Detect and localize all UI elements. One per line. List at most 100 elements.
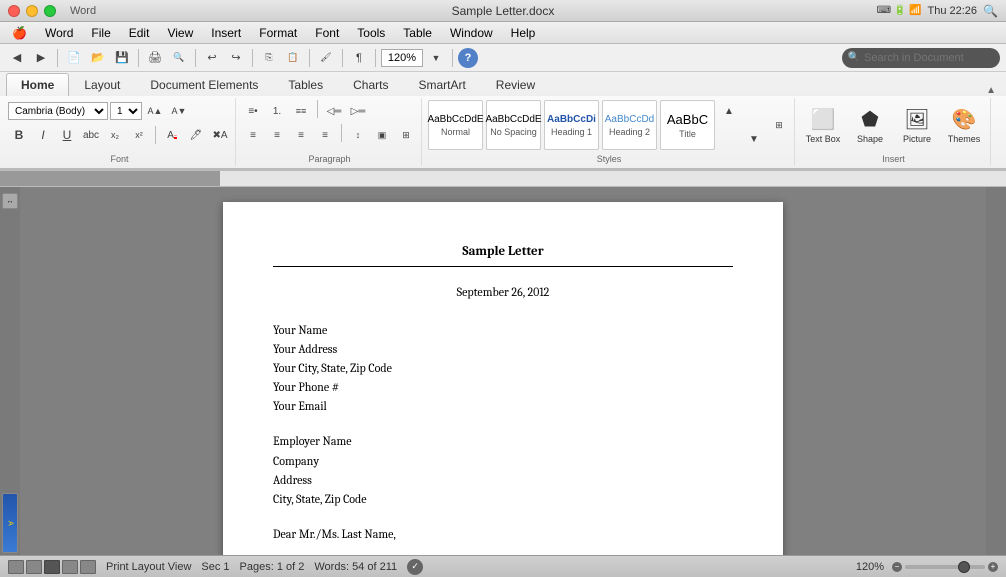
maximize-button[interactable]: [44, 5, 56, 17]
view-normal-btn[interactable]: [8, 560, 24, 574]
spell-check-icon[interactable]: ✓: [407, 559, 423, 575]
minimize-button[interactable]: [26, 5, 38, 17]
themes-button[interactable]: 🎨 Themes: [942, 100, 986, 150]
font-family-select[interactable]: Cambria (Body): [8, 102, 108, 120]
styles-items: AaBbCcDdE Normal AaBbCcDdE No Spacing Aa…: [428, 100, 790, 150]
menu-help[interactable]: Help: [503, 24, 544, 42]
menu-insert[interactable]: Insert: [203, 24, 249, 42]
zoom-dropdown-button[interactable]: ▼: [425, 47, 447, 69]
help-button[interactable]: ?: [458, 48, 478, 68]
search-document-box[interactable]: 🔍: [842, 48, 1000, 68]
zoom-percentage-box[interactable]: 120%: [381, 49, 423, 67]
ribbon-collapse-btn[interactable]: ▲: [986, 85, 1000, 96]
shading-button[interactable]: ▣: [371, 124, 393, 146]
search-input[interactable]: [864, 52, 994, 64]
search-menubar-icon[interactable]: 🔍: [983, 4, 998, 18]
quick-toolbar-row: ◀ ▶ 📄 📂 💾 🖨 🔍 ↩ ↪ ⎘ 📋 🖌 ¶ 120% ▼ ? 🔍: [0, 44, 1006, 72]
view-web-btn[interactable]: [62, 560, 78, 574]
forward-button[interactable]: ▶: [30, 47, 52, 69]
menu-font[interactable]: Font: [307, 24, 347, 42]
menu-file[interactable]: File: [83, 24, 118, 42]
menu-view[interactable]: View: [159, 24, 201, 42]
print-button[interactable]: 🖨: [144, 47, 166, 69]
new-button[interactable]: 📄: [63, 47, 85, 69]
close-button[interactable]: [8, 5, 20, 17]
tab-tables[interactable]: Tables: [273, 73, 338, 96]
styles-scroll-down[interactable]: ▼: [743, 128, 765, 150]
salutation: Dear Mr./Ms. Last Name,: [273, 525, 733, 543]
bold-button[interactable]: B: [8, 124, 30, 146]
style-heading1[interactable]: AaBbCcDi Heading 1: [544, 100, 599, 150]
view-print-btn[interactable]: [44, 560, 60, 574]
font-size-increase[interactable]: A▲: [144, 100, 166, 122]
superscript-button[interactable]: x²: [128, 124, 150, 146]
copy-button[interactable]: ⎘: [258, 47, 280, 69]
undo-button[interactable]: ↩: [201, 47, 223, 69]
tab-home[interactable]: Home: [6, 73, 69, 96]
clear-format-button[interactable]: ✖A: [209, 124, 231, 146]
justify-button[interactable]: ≡: [314, 124, 336, 146]
page-scroll[interactable]: Sample Letter September 26, 2012 Your Na…: [20, 187, 986, 555]
align-center-button[interactable]: ≡: [266, 124, 288, 146]
insert-group: ⬜ Text Box ⬟ Shape 🖼 Picture 🎨 Themes In…: [797, 98, 991, 166]
menu-window[interactable]: Window: [442, 24, 501, 42]
menu-format[interactable]: Format: [251, 24, 305, 42]
highlight-button[interactable]: 🖊: [185, 124, 207, 146]
zoom-in-button[interactable]: +: [988, 562, 998, 572]
borders-button[interactable]: ⊞: [395, 124, 417, 146]
align-left-button[interactable]: ≡: [242, 124, 264, 146]
styles-more[interactable]: ⊞: [768, 114, 790, 136]
style-normal[interactable]: AaBbCcDdE Normal: [428, 100, 483, 150]
subscript-button[interactable]: x₂: [104, 124, 126, 146]
line-spacing-button[interactable]: ↕: [347, 124, 369, 146]
menu-edit[interactable]: Edit: [121, 24, 158, 42]
paragraph-mark-button[interactable]: ¶: [348, 47, 370, 69]
shape-label: Shape: [857, 134, 883, 144]
number-list-button[interactable]: 1.: [266, 100, 288, 122]
open-button[interactable]: 📂: [87, 47, 109, 69]
decrease-indent-button[interactable]: ◁═: [323, 100, 345, 122]
back-button[interactable]: ◀: [6, 47, 28, 69]
menu-word[interactable]: Word: [37, 24, 81, 42]
zoom-slider[interactable]: [905, 565, 985, 569]
print-preview-button[interactable]: 🔍: [168, 47, 190, 69]
redo-button[interactable]: ↪: [225, 47, 247, 69]
tab-layout[interactable]: Layout: [69, 73, 135, 96]
menu-table[interactable]: Table: [395, 24, 440, 42]
format-brush-button[interactable]: 🖌: [315, 47, 337, 69]
style-heading2[interactable]: AaBbCcDd Heading 2: [602, 100, 657, 150]
view-outline-btn[interactable]: [26, 560, 42, 574]
italic-button[interactable]: I: [32, 124, 54, 146]
increase-indent-button[interactable]: ▷═: [347, 100, 369, 122]
tab-smartart[interactable]: SmartArt: [403, 73, 480, 96]
font-size-decrease[interactable]: A▼: [168, 100, 190, 122]
menu-apple[interactable]: 🍎: [4, 24, 35, 42]
sidebar-btn-1[interactable]: ↔: [2, 193, 18, 209]
status-bar: Print Layout View Sec 1 Pages: 1 of 2 Wo…: [0, 555, 1006, 577]
tab-document-elements[interactable]: Document Elements: [135, 73, 273, 96]
tab-charts[interactable]: Charts: [338, 73, 403, 96]
save-button[interactable]: 💾: [111, 47, 133, 69]
zoom-out-button[interactable]: −: [892, 562, 902, 572]
underline-button[interactable]: U: [56, 124, 78, 146]
style-title[interactable]: AaBbC Title: [660, 100, 715, 150]
font-group-label: Font: [110, 154, 128, 164]
font-size-select[interactable]: 12: [110, 102, 142, 120]
shape-button[interactable]: ⬟ Shape: [848, 100, 892, 150]
zoom-percentage: 120%: [388, 52, 416, 64]
bullet-list-button[interactable]: ≡•: [242, 100, 264, 122]
style-no-spacing[interactable]: AaBbCcDdE No Spacing: [486, 100, 541, 150]
align-right-button[interactable]: ≡: [290, 124, 312, 146]
multilevel-list-button[interactable]: ≡≡: [290, 100, 312, 122]
menu-tools[interactable]: Tools: [349, 24, 393, 42]
font-color-button[interactable]: A_: [161, 124, 183, 146]
status-bar-right: 120% − +: [856, 561, 998, 573]
clock: Thu 22:26: [928, 5, 978, 17]
textbox-button[interactable]: ⬜ Text Box: [801, 100, 845, 150]
view-focus-btn[interactable]: [80, 560, 96, 574]
picture-button[interactable]: 🖼 Picture: [895, 100, 939, 150]
paste-button[interactable]: 📋: [282, 47, 304, 69]
strikethrough-button[interactable]: abc: [80, 124, 102, 146]
tab-review[interactable]: Review: [481, 73, 550, 96]
styles-scroll-up[interactable]: ▲: [718, 100, 740, 122]
